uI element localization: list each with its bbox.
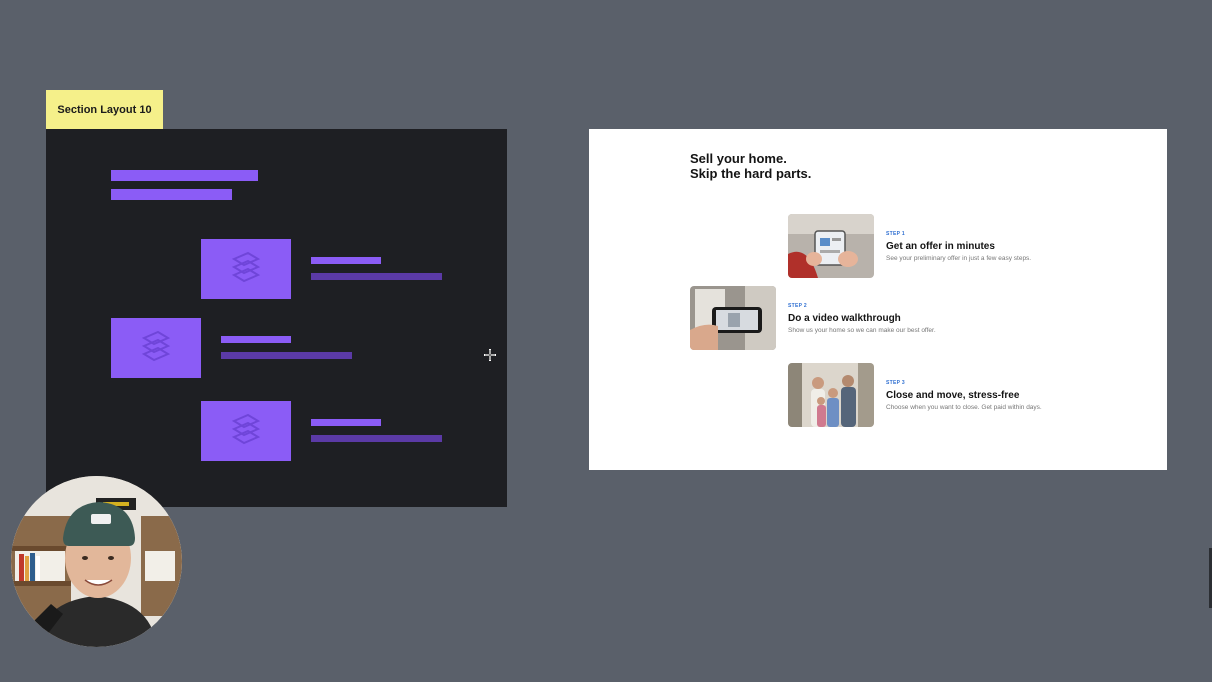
wireframe-heading-bar — [111, 189, 232, 200]
step-item: STEP 1 Get an offer in minutes See your … — [788, 214, 1031, 278]
wireframe-frame[interactable] — [46, 129, 507, 507]
wireframe-heading-bar — [111, 170, 258, 181]
step-title: Do a video walkthrough — [788, 312, 901, 324]
presenter-webcam — [11, 476, 182, 647]
wireframe-title-bar — [311, 257, 381, 264]
step-number: STEP 1 — [886, 230, 905, 237]
wireframe-title-bar — [221, 336, 291, 343]
wireframe-text-bar — [311, 273, 442, 280]
wireframe-text-bar — [221, 352, 352, 359]
wireframe-image-placeholder — [111, 318, 201, 378]
step-description: See your preliminary offer in just a few… — [886, 254, 1032, 262]
step-title: Get an offer in minutes — [886, 240, 995, 252]
image-placeholder-icon — [231, 251, 261, 283]
step-number: STEP 2 — [788, 302, 807, 309]
step-description: Show us your home so we can make our bes… — [788, 326, 936, 334]
wireframe-image-placeholder — [201, 401, 291, 461]
image-placeholder-icon — [141, 330, 171, 362]
crosshair-icon — [484, 349, 496, 361]
design-preview[interactable]: Sell your home. Skip the hard parts. STE… — [589, 129, 1167, 470]
step-photo — [788, 214, 874, 278]
step-number: STEP 3 — [886, 379, 905, 386]
section-label: Section Layout 10 — [46, 90, 163, 130]
step-photo — [788, 363, 874, 427]
step-title: Close and move, stress-free — [886, 389, 1020, 401]
step-photo — [690, 286, 776, 350]
wireframe-text-bar — [311, 435, 442, 442]
step-description: Choose when you want to close. Get paid … — [886, 403, 1042, 411]
step-item: STEP 2 Do a video walkthrough Show us yo… — [690, 286, 936, 350]
step-item: STEP 3 Close and move, stress-free Choos… — [788, 363, 1042, 427]
wireframe-title-bar — [311, 419, 381, 426]
image-placeholder-icon — [231, 413, 261, 445]
preview-headline: Sell your home. Skip the hard parts. — [690, 151, 812, 181]
wireframe-image-placeholder — [201, 239, 291, 299]
